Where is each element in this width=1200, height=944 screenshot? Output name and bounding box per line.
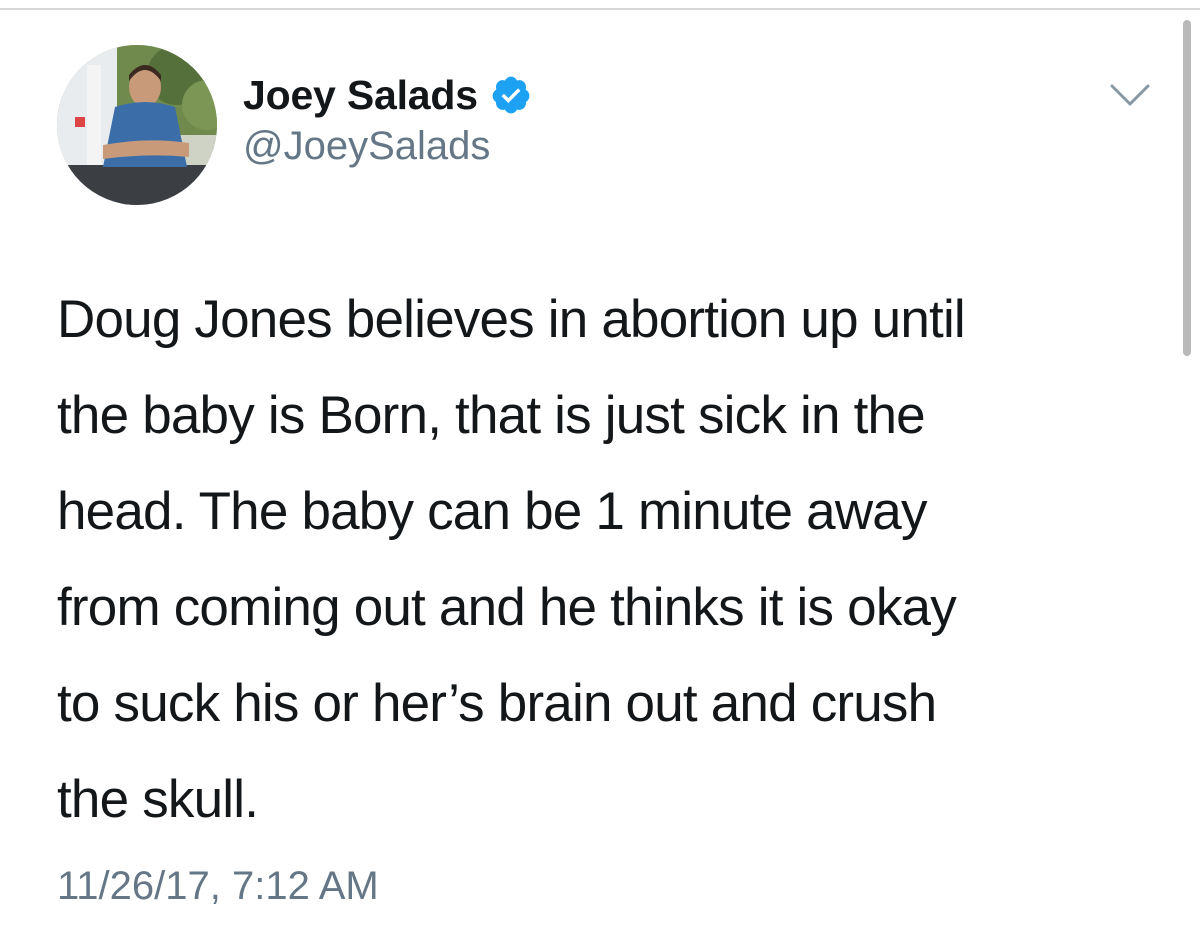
verified-badge-icon (490, 74, 532, 116)
user-info[interactable]: Joey Salads @JoeySalads (243, 70, 532, 169)
tweet-text-line: the baby is Born, that is just sick in t… (57, 386, 926, 445)
tweet-text-line: to suck his or her’s brain out and crush (57, 674, 937, 733)
chevron-down-icon[interactable] (1108, 80, 1152, 110)
scrollbar[interactable] (1183, 20, 1191, 356)
tweet-text: Doug Jones believes in abortion up until… (57, 272, 1147, 848)
tweet-text-line: the skull. (57, 770, 259, 829)
tweet-text-line: Doug Jones believes in abortion up until (57, 290, 966, 349)
tweet-text-line: head. The baby can be 1 minute away (57, 482, 928, 541)
tweet-text-line: from coming out and he thinks it is okay (57, 578, 957, 637)
avatar[interactable] (57, 45, 217, 205)
user-handle[interactable]: @JoeySalads (243, 124, 532, 169)
tweet-timestamp[interactable]: 11/26/17, 7:12 AM (57, 864, 379, 909)
avatar-photo (57, 45, 217, 205)
display-name[interactable]: Joey Salads (243, 72, 478, 119)
name-row: Joey Salads (243, 70, 532, 120)
tweet-card: Joey Salads @JoeySalads Doug Jones belie… (0, 0, 1200, 944)
